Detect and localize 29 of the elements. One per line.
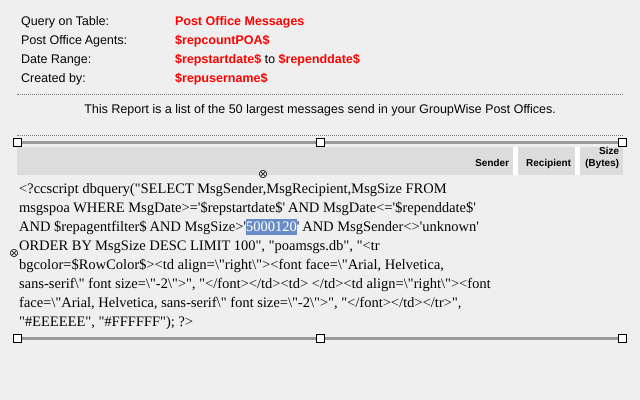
code-line: ORDER BY MsgSize DESC LIMIT 100", "poamsgs.db", "<tr [18,236,381,256]
code-line: sans-serif\" font size=\"-2\">", "</font></td><td> </td><td align=\"right\"><font [18,274,492,294]
field-label: Post Office Agents: [21,32,128,50]
code-line: AND $repagentfilter$ AND MsgSize>'5000120' AND MsgSender<>'unknown' [18,218,480,237]
code-line: bgcolor=$RowColor$><td align=\"right\"><font face=\"Arial, Helvetica, [18,256,445,275]
resize-handle[interactable] [13,138,22,147]
column-header: Recipient [513,146,575,175]
anchor-marker-icon[interactable] [257,168,269,179]
code-line: face=\"Arial, Helvetica, sans-serif\" font size=\"-2\">", "</font></td></tr>", [18,294,462,313]
field-value: Post Office Messages [175,13,304,30]
anchor-marker-icon[interactable] [8,248,20,258]
report-description: This Report is a list of the 50 largest messages send in your GroupWise Post Offices. [84,101,556,118]
column-header: Sender [474,156,510,171]
field-label: Date Range: [21,51,92,68]
resize-handle[interactable] [316,138,324,147]
code-line: <?ccscript dbquery("SELECT MsgSender,MsgRecipient,MsgSize FROM [18,180,448,199]
code-line: "#EEEEEE", "#FFFFFF"); ?> [18,312,194,332]
resize-handle[interactable] [316,334,324,343]
resize-handle[interactable] [618,138,627,147]
code-line: msgspoa WHERE MsgDate>='$repstartdate$' AND MsgDate<='$rependdate$' [18,198,477,218]
field-value: $repcountPOA$ [175,32,270,50]
field-value: $repstartdate$ to $rependdate$ [175,51,360,68]
resize-handle[interactable] [618,334,627,343]
field-label: Created by: [21,70,87,88]
field-label: Query on Table: [21,13,110,30]
resize-handle[interactable] [13,334,22,343]
column-header: Size (Bytes) [575,146,623,175]
selected-text: 5000120 [246,218,297,235]
field-value: $repusername$ [175,70,268,88]
